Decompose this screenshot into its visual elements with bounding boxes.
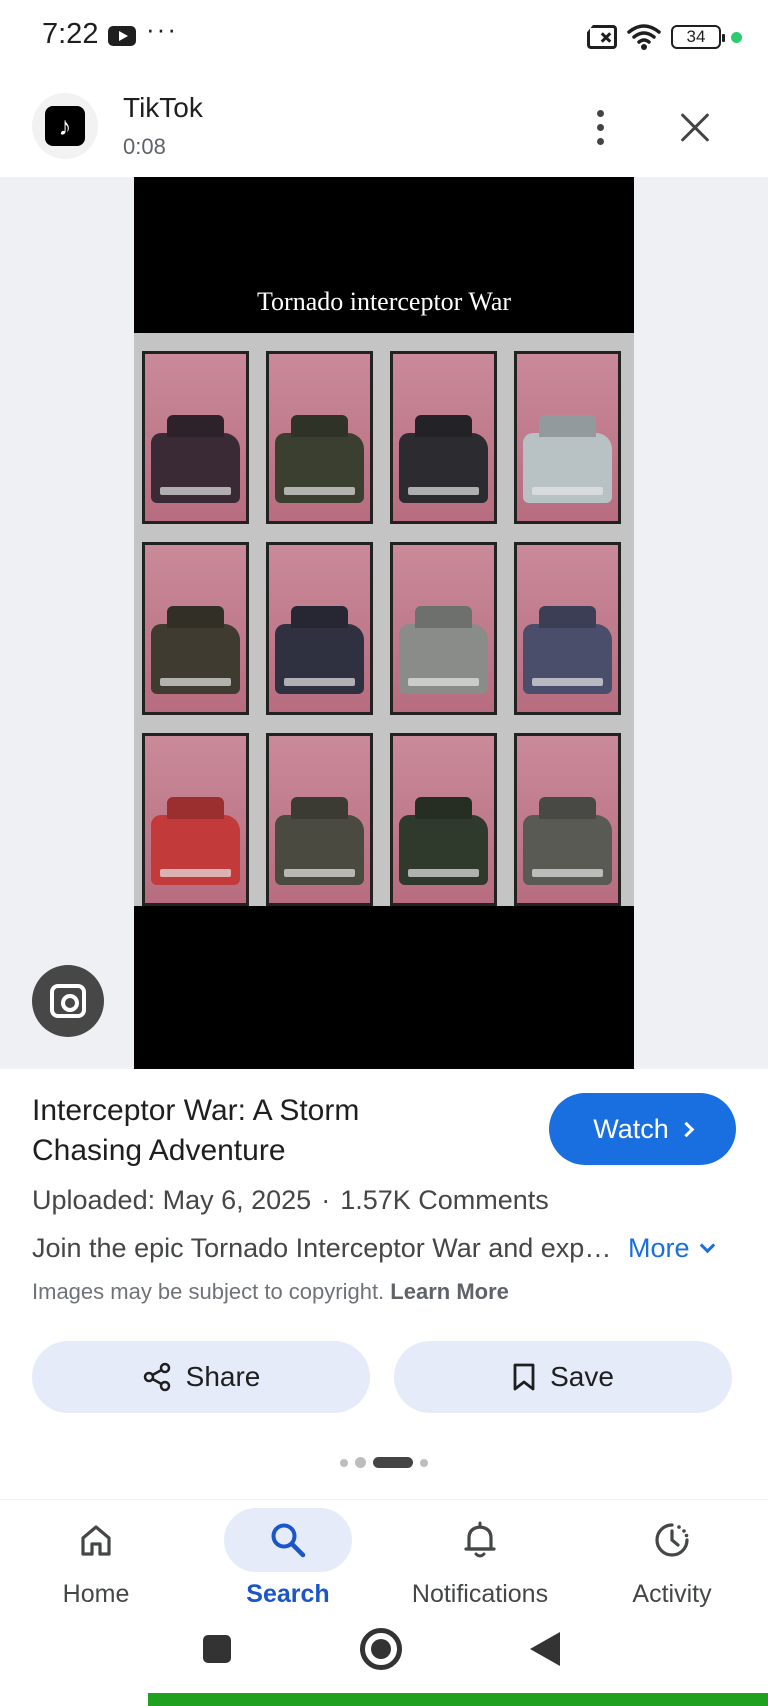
share-button[interactable]: Share xyxy=(32,1341,370,1413)
status-time: 7:22 xyxy=(42,18,99,50)
tiktok-logo[interactable]: ♪ xyxy=(32,93,98,159)
vehicle-tile xyxy=(514,351,621,524)
privacy-indicator-dot xyxy=(731,31,742,43)
page-dot xyxy=(340,1458,348,1467)
more-options-button[interactable] xyxy=(580,102,620,152)
vehicle-image xyxy=(399,624,488,694)
vehicle-tile xyxy=(142,733,249,906)
watch-button[interactable]: Watch xyxy=(549,1093,736,1165)
comment-count: 1.57K Comments xyxy=(340,1185,549,1215)
vehicle-image xyxy=(151,624,240,694)
vehicle-image xyxy=(275,815,364,885)
more-label: More xyxy=(628,1233,690,1263)
vehicle-tile xyxy=(266,351,373,524)
vehicle-tile xyxy=(390,733,497,906)
vehicle-tile xyxy=(514,733,621,906)
chevron-right-icon xyxy=(678,1121,695,1137)
more-notifications-icon: ··· xyxy=(146,14,178,44)
bottom-navigation: Home Search Notifications Activity xyxy=(0,1499,768,1611)
status-icons: 34 xyxy=(587,22,742,52)
more-button[interactable]: More xyxy=(628,1233,715,1264)
kebab-dot xyxy=(596,109,604,117)
bell-icon xyxy=(464,1521,496,1558)
watch-label: Watch xyxy=(593,1113,669,1144)
home-button[interactable] xyxy=(360,1628,402,1670)
vehicle-image xyxy=(523,815,612,885)
nav-home-icon-wrap xyxy=(32,1508,160,1572)
lens-search-button[interactable] xyxy=(32,965,104,1037)
save-button[interactable]: Save xyxy=(394,1341,732,1413)
kebab-dot xyxy=(596,123,604,131)
battery-icon: 34 xyxy=(671,25,725,49)
nav-home[interactable]: Home xyxy=(0,1500,192,1612)
vehicle-image xyxy=(275,433,364,503)
vehicle-image xyxy=(275,624,364,694)
vehicle-image xyxy=(399,815,488,885)
meta-separator: · xyxy=(321,1185,331,1215)
home-icon xyxy=(81,1525,111,1556)
green-progress-strip xyxy=(148,1693,768,1706)
video-duration: 0:08 xyxy=(123,134,166,159)
sim-error-icon xyxy=(587,25,617,49)
vehicle-image xyxy=(151,433,240,503)
activity-icon xyxy=(655,1523,689,1557)
recents-button[interactable] xyxy=(203,1635,231,1663)
vehicle-grid xyxy=(134,333,634,906)
share-icon xyxy=(143,1362,170,1392)
source-name[interactable]: TikTok xyxy=(123,92,203,124)
bookmark-icon xyxy=(513,1363,535,1391)
vehicle-image xyxy=(523,624,612,694)
vehicle-image xyxy=(151,815,240,885)
search-icon xyxy=(271,1523,306,1558)
vehicle-tile xyxy=(266,733,373,906)
nav-search-icon-wrap xyxy=(224,1508,352,1572)
learn-more-link[interactable]: Learn More xyxy=(390,1279,509,1304)
nav-search[interactable]: Search xyxy=(192,1500,384,1612)
meta-line: Uploaded: May 6, 2025 · 1.57K Comments xyxy=(32,1185,549,1216)
image-preview: Tornado interceptor War xyxy=(0,177,768,1069)
nav-notifications[interactable]: Notifications xyxy=(384,1500,576,1612)
page-dot xyxy=(420,1458,428,1467)
vehicle-tile xyxy=(390,542,497,715)
result-info-panel: Interceptor War: A Storm Chasing Adventu… xyxy=(0,1069,768,1499)
close-button[interactable] xyxy=(672,104,720,152)
nav-activity-label: Activity xyxy=(632,1580,712,1608)
upload-date: Uploaded: May 6, 2025 xyxy=(32,1185,312,1215)
page-indicator xyxy=(0,1457,768,1468)
nav-home-label: Home xyxy=(62,1580,130,1608)
kebab-dot xyxy=(596,137,604,145)
page-dot-active xyxy=(373,1457,413,1468)
nav-notifications-label: Notifications xyxy=(411,1580,549,1608)
wifi-icon xyxy=(627,24,661,50)
vehicle-tile xyxy=(266,542,373,715)
system-navigation-bar xyxy=(0,1611,768,1691)
nav-activity[interactable]: Activity xyxy=(576,1500,768,1612)
vehicle-image xyxy=(399,433,488,503)
copyright-notice: Images may be subject to copyright. Lear… xyxy=(32,1279,509,1305)
video-overlay-title: Tornado interceptor War xyxy=(256,287,512,316)
chevron-down-icon xyxy=(699,1237,715,1254)
description: Join the epic Tornado Interceptor War an… xyxy=(32,1233,612,1263)
nav-notifications-icon-wrap xyxy=(416,1508,544,1572)
copyright-text: Images may be subject to copyright. xyxy=(32,1279,385,1304)
youtube-icon xyxy=(108,26,136,46)
vehicle-tile xyxy=(142,351,249,524)
nav-search-label: Search xyxy=(246,1580,330,1608)
result-title[interactable]: Interceptor War: A Storm Chasing Adventu… xyxy=(32,1091,462,1171)
page-dot xyxy=(355,1457,366,1468)
tiktok-note-icon: ♪ xyxy=(45,106,85,146)
source-header: ♪ TikTok 0:08 xyxy=(0,76,768,176)
status-bar: 7:22 ··· 34 xyxy=(0,0,768,76)
share-label: Share xyxy=(185,1361,261,1392)
back-button[interactable] xyxy=(530,1632,560,1666)
vehicle-tile xyxy=(514,542,621,715)
vehicle-tile xyxy=(390,351,497,524)
video-thumbnail[interactable]: Tornado interceptor War xyxy=(134,177,634,1069)
nav-activity-icon-wrap xyxy=(608,1508,736,1572)
vehicle-tile xyxy=(142,542,249,715)
lens-icon xyxy=(50,984,86,1018)
save-label: Save xyxy=(550,1361,614,1392)
vehicle-image xyxy=(523,433,612,503)
